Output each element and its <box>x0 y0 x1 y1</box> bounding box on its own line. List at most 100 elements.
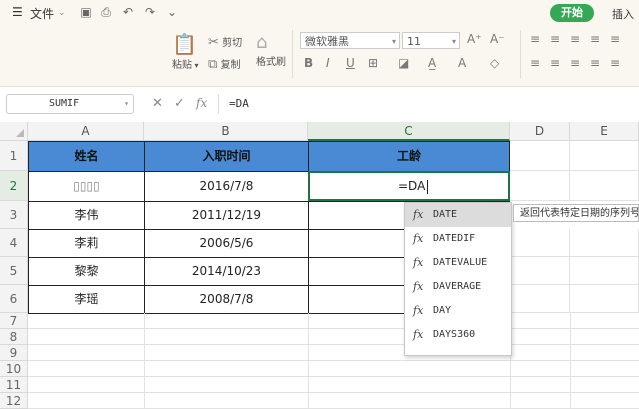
text-color-icon[interactable]: A <box>458 56 466 70</box>
table-cell[interactable]: 2008/7/8 <box>144 285 309 314</box>
empty-row[interactable] <box>28 313 639 329</box>
align-middle-icon[interactable]: ≡ <box>550 32 560 46</box>
autocomplete-item-daverage[interactable]: fx DAVERAGE <box>405 275 511 299</box>
table-cell[interactable]: 2011/12/19 <box>144 201 309 230</box>
table-cell[interactable]: 李伟 <box>28 201 145 230</box>
table-header-hire-date[interactable]: 入职时间 <box>144 141 309 172</box>
empty-cell[interactable] <box>570 285 639 313</box>
empty-cell[interactable] <box>570 257 639 285</box>
row-header[interactable]: 6 <box>0 285 28 313</box>
empty-row[interactable] <box>28 361 639 377</box>
font-family-select[interactable]: 微软雅黑 ▾ <box>300 32 400 49</box>
table-cell[interactable]: 黎黎 <box>28 257 145 286</box>
increase-font-icon[interactable]: A⁺ <box>467 32 482 46</box>
row-header[interactable]: 3 <box>0 201 28 229</box>
format-painter-button[interactable]: ⌂ 格式刷 <box>256 32 286 68</box>
distributed-icon[interactable]: ≡ <box>610 56 620 70</box>
empty-row[interactable] <box>28 377 639 393</box>
table-cell[interactable]: 2006/5/6 <box>144 229 309 258</box>
function-tooltip: 返回代表特定日期的序列号 <box>513 204 639 222</box>
autocomplete-item-date[interactable]: fx DATE <box>405 203 511 227</box>
spreadsheet-grid: A B C D E 1 2 3 4 5 6 7 8 9 10 11 12 姓名 … <box>0 122 639 409</box>
name-box[interactable]: SUMIF ▾ <box>6 94 134 114</box>
empty-cell[interactable] <box>510 285 570 313</box>
table-cell[interactable]: 李瑶 <box>28 285 145 314</box>
empty-cell[interactable] <box>570 141 639 171</box>
align-top-icon[interactable]: ≡ <box>530 32 540 46</box>
column-header-b[interactable]: B <box>144 122 308 141</box>
align-center-icon[interactable]: ≡ <box>550 56 560 70</box>
table-cell[interactable]: 李莉 <box>28 229 145 258</box>
underline-icon[interactable]: U <box>346 56 355 70</box>
empty-cell[interactable] <box>570 229 639 257</box>
font-color-icon[interactable]: A̲ <box>428 56 436 70</box>
confirm-icon[interactable]: ✓ <box>174 96 185 111</box>
cancel-icon[interactable]: ✕ <box>152 96 163 111</box>
column-header-a[interactable]: A <box>28 122 144 141</box>
file-menu[interactable]: 文件 <box>30 5 54 22</box>
font-size-select[interactable]: 11 ▾ <box>402 32 460 49</box>
copy-button[interactable]: ⧉ 复制 <box>208 56 240 72</box>
tab-start[interactable]: 开始 <box>550 4 594 22</box>
autocomplete-item-datedif[interactable]: fx DATEDIF <box>405 227 511 251</box>
save-icon[interactable]: ▣ <box>80 6 92 18</box>
eraser-icon[interactable]: ◇ <box>490 56 499 70</box>
autocomplete-item-day[interactable]: fx DAY <box>405 299 511 323</box>
quick-access-dropdown-icon[interactable]: ⌄ <box>166 6 178 18</box>
italic-icon[interactable]: I <box>326 56 330 70</box>
column-header-d[interactable]: D <box>510 122 570 141</box>
decrease-font-icon[interactable]: A⁻ <box>490 32 505 46</box>
column-header-c[interactable]: C <box>308 122 510 141</box>
table-header-name[interactable]: 姓名 <box>28 141 145 172</box>
wrap-icon[interactable]: ≡ <box>610 32 620 46</box>
empty-cell[interactable] <box>510 141 570 171</box>
table-cell[interactable]: ▯▯▯▯ <box>28 171 145 202</box>
row-header[interactable]: 10 <box>0 361 28 377</box>
hamburger-menu-icon[interactable]: ☰ <box>12 5 23 19</box>
indent-icon[interactable]: ≡ <box>590 32 600 46</box>
table-cell[interactable]: 2016/7/8 <box>144 171 309 202</box>
cut-button[interactable]: ✂ 剪切 <box>208 34 242 50</box>
row-header[interactable]: 1 <box>0 141 28 171</box>
empty-row[interactable] <box>28 393 639 409</box>
autocomplete-item-days360[interactable]: fx DAYS360 <box>405 323 511 347</box>
formula-input[interactable]: =DA <box>218 94 639 114</box>
justify-icon[interactable]: ≡ <box>590 56 600 70</box>
fx-icon[interactable]: fx <box>196 96 207 110</box>
column-header-e[interactable]: E <box>570 122 639 141</box>
row-header[interactable]: 4 <box>0 229 28 257</box>
row-header[interactable]: 5 <box>0 257 28 285</box>
row-header[interactable]: 7 <box>0 313 28 329</box>
empty-row[interactable] <box>28 345 639 361</box>
empty-cell[interactable] <box>510 171 570 201</box>
empty-cell[interactable] <box>570 171 639 201</box>
bold-icon[interactable]: B <box>304 56 313 70</box>
paste-button[interactable]: 📋 粘贴 ▾ <box>172 32 199 71</box>
gridline <box>308 313 309 409</box>
row-header[interactable]: 2 <box>0 171 28 201</box>
empty-cell[interactable] <box>510 257 570 285</box>
autocomplete-item-datevalue[interactable]: fx DATEVALUE <box>405 251 511 275</box>
chevron-down-icon[interactable]: ⌄ <box>58 8 66 18</box>
fill-color-icon[interactable]: ◪ <box>398 56 409 70</box>
tab-insert[interactable]: 插入 <box>612 6 634 22</box>
select-all-corner[interactable] <box>0 122 28 141</box>
table-cell[interactable]: 2014/10/23 <box>144 257 309 286</box>
align-right-icon[interactable]: ≡ <box>570 56 580 70</box>
align-left-icon[interactable]: ≡ <box>530 56 540 70</box>
cut-label: 剪切 <box>222 38 243 49</box>
undo-icon[interactable]: ↶ <box>122 6 134 18</box>
row-header[interactable]: 8 <box>0 329 28 345</box>
empty-cell[interactable] <box>510 229 570 257</box>
row-header[interactable]: 9 <box>0 345 28 361</box>
print-icon[interactable]: ⎙ <box>100 6 112 18</box>
border-icon[interactable]: ⊞ <box>368 56 378 70</box>
row-header[interactable]: 11 <box>0 377 28 393</box>
row-header[interactable]: 12 <box>0 393 28 409</box>
table-header-seniority[interactable]: 工龄 <box>308 141 510 172</box>
align-bottom-icon[interactable]: ≡ <box>570 32 580 46</box>
redo-icon[interactable]: ↷ <box>144 6 156 18</box>
format-painter-label: 格式刷 <box>256 57 286 68</box>
active-cell-c2[interactable]: =DA <box>308 171 510 201</box>
empty-row[interactable] <box>28 329 639 345</box>
